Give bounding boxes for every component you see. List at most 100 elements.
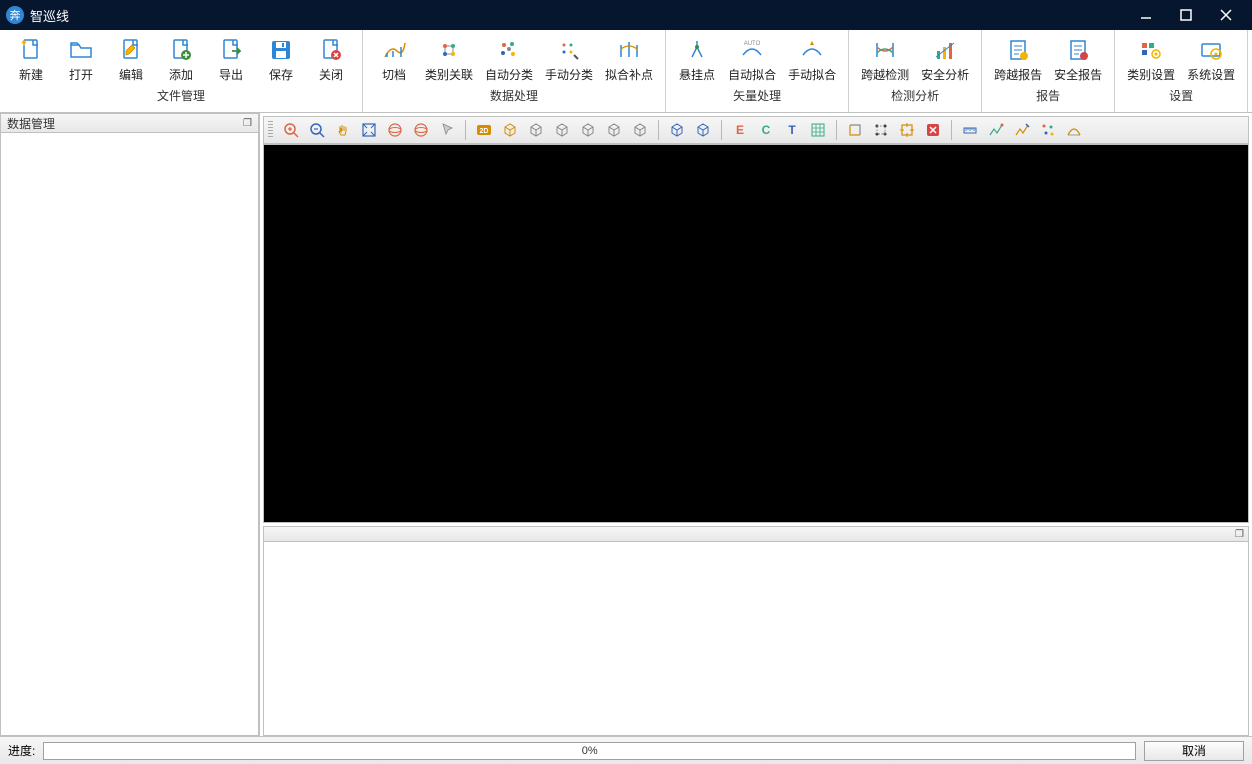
view-3d-icon[interactable]	[498, 119, 522, 141]
maximize-button[interactable]	[1166, 0, 1206, 30]
cross-detect-button[interactable]: 跨越检测	[855, 34, 915, 85]
ribbon-label: 悬挂点	[679, 66, 715, 83]
ruler-icon[interactable]	[958, 119, 982, 141]
qiedang-icon	[380, 36, 408, 64]
auto-class-icon	[495, 36, 523, 64]
ribbon-group-title: 文件管理	[6, 85, 356, 106]
folder-open-icon	[67, 36, 95, 64]
ribbon-label: 拟合补点	[605, 66, 653, 83]
view-right-icon[interactable]	[602, 119, 626, 141]
dock-icon[interactable]: ❐	[1235, 529, 1244, 540]
category-settings-button[interactable]: 类别设置	[1121, 34, 1181, 85]
manual-fit-icon	[798, 36, 826, 64]
letter-t-icon[interactable]: T	[780, 119, 804, 141]
ribbon-group-title: 检测分析	[855, 85, 975, 106]
app-title: 智巡线	[30, 6, 69, 25]
svg-text:E: E	[736, 123, 744, 137]
manual-classify-button[interactable]: 手动分类	[539, 34, 599, 85]
zoom-out-icon[interactable]	[305, 119, 329, 141]
orbit2-icon[interactable]	[409, 119, 433, 141]
side-panel-header: 数据管理 ❐	[0, 113, 259, 133]
ribbon-label: 手动拟合	[788, 66, 836, 83]
ribbon-label: 跨越报告	[994, 66, 1042, 83]
save-button[interactable]: 保存	[256, 34, 306, 85]
points-icon[interactable]	[1036, 119, 1060, 141]
file-export-icon	[217, 36, 245, 64]
category-link-button[interactable]: 类别关联	[419, 34, 479, 85]
titlebar: 奔 智巡线	[0, 0, 1252, 30]
file-add-icon	[167, 36, 195, 64]
file-close-icon	[317, 36, 345, 64]
edit-button[interactable]: 编辑	[106, 34, 156, 85]
arc-icon[interactable]	[1062, 119, 1086, 141]
letter-e-icon[interactable]: E	[728, 119, 752, 141]
ribbon-label: 编辑	[119, 66, 143, 83]
minimize-button[interactable]	[1126, 0, 1166, 30]
orbit-icon[interactable]	[383, 119, 407, 141]
add-button[interactable]: 添加	[156, 34, 206, 85]
side-panel-title: 数据管理	[7, 115, 55, 132]
letter-c-icon[interactable]: C	[754, 119, 778, 141]
sample1-icon[interactable]	[984, 119, 1008, 141]
report1-icon	[1004, 36, 1032, 64]
system-settings-button[interactable]: 系统设置	[1181, 34, 1241, 85]
tool-b-icon[interactable]	[869, 119, 893, 141]
open-button[interactable]: 打开	[56, 34, 106, 85]
ribbon-toolbar: 新建打开编辑添加导出保存关闭文件管理切档类别关联自动分类手动分类拟合补点数据处理…	[0, 30, 1252, 113]
qiedang-button[interactable]: 切档	[369, 34, 419, 85]
file-edit-icon	[117, 36, 145, 64]
svg-text:2D: 2D	[480, 128, 489, 135]
side-panel: 数据管理 ❐	[0, 113, 260, 736]
view-front-icon[interactable]	[524, 119, 548, 141]
close-button[interactable]: 关闭	[306, 34, 356, 85]
cancel-button[interactable]: 取消	[1144, 741, 1244, 761]
box2-icon[interactable]	[691, 119, 715, 141]
manual-fit-button[interactable]: 手动拟合	[782, 34, 842, 85]
zoom-in-icon[interactable]	[279, 119, 303, 141]
ribbon-group-title: 矢量处理	[672, 85, 842, 106]
tool-x-icon[interactable]	[921, 119, 945, 141]
view-2d-icon[interactable]: 2D	[472, 119, 496, 141]
cursor-icon[interactable]	[435, 119, 459, 141]
side-panel-body	[0, 133, 259, 736]
export-button[interactable]: 导出	[206, 34, 256, 85]
pan-icon[interactable]	[331, 119, 355, 141]
safety-analysis-button[interactable]: 安全分析	[915, 34, 975, 85]
view-back-icon[interactable]	[550, 119, 574, 141]
auto-fit-button[interactable]: AUTO自动拟合	[722, 34, 782, 85]
view-fit-icon[interactable]	[357, 119, 381, 141]
ribbon-label: 类别关联	[425, 66, 473, 83]
ribbon-group-title: 设置	[1121, 85, 1241, 106]
progress-label: 进度:	[8, 742, 35, 759]
tool-a-icon[interactable]	[843, 119, 867, 141]
ribbon-label: 系统设置	[1187, 66, 1235, 83]
status-bar: 进度: 0% 取消	[0, 736, 1252, 764]
ribbon-label: 类别设置	[1127, 66, 1175, 83]
tool-c-icon[interactable]	[895, 119, 919, 141]
grid-icon[interactable]	[806, 119, 830, 141]
ribbon-label: 自动拟合	[728, 66, 776, 83]
cross-report-button[interactable]: 跨越报告	[988, 34, 1048, 85]
bottom-panel-body	[263, 542, 1249, 736]
dock-icon[interactable]: ❐	[243, 118, 252, 129]
ribbon-label: 保存	[269, 66, 293, 83]
sys-set-icon	[1197, 36, 1225, 64]
hang-point-button[interactable]: 悬挂点	[672, 34, 722, 85]
auto-classify-button[interactable]: 自动分类	[479, 34, 539, 85]
safety-report-button[interactable]: 安全报告	[1048, 34, 1108, 85]
cat-link-icon	[435, 36, 463, 64]
view-top-icon[interactable]	[628, 119, 652, 141]
new-button[interactable]: 新建	[6, 34, 56, 85]
close-window-button[interactable]	[1206, 0, 1246, 30]
file-new-icon	[17, 36, 45, 64]
view-left-icon[interactable]	[576, 119, 600, 141]
report2-icon	[1064, 36, 1092, 64]
ribbon-group-title: 数据处理	[369, 85, 659, 106]
hang-pt-icon	[683, 36, 711, 64]
sample2-icon[interactable]	[1010, 119, 1034, 141]
main-viewport[interactable]	[263, 144, 1249, 523]
bottom-panel: ❐	[263, 526, 1249, 736]
box1-icon[interactable]	[665, 119, 689, 141]
fit-supplement-button[interactable]: 拟合补点	[599, 34, 659, 85]
save-icon	[267, 36, 295, 64]
